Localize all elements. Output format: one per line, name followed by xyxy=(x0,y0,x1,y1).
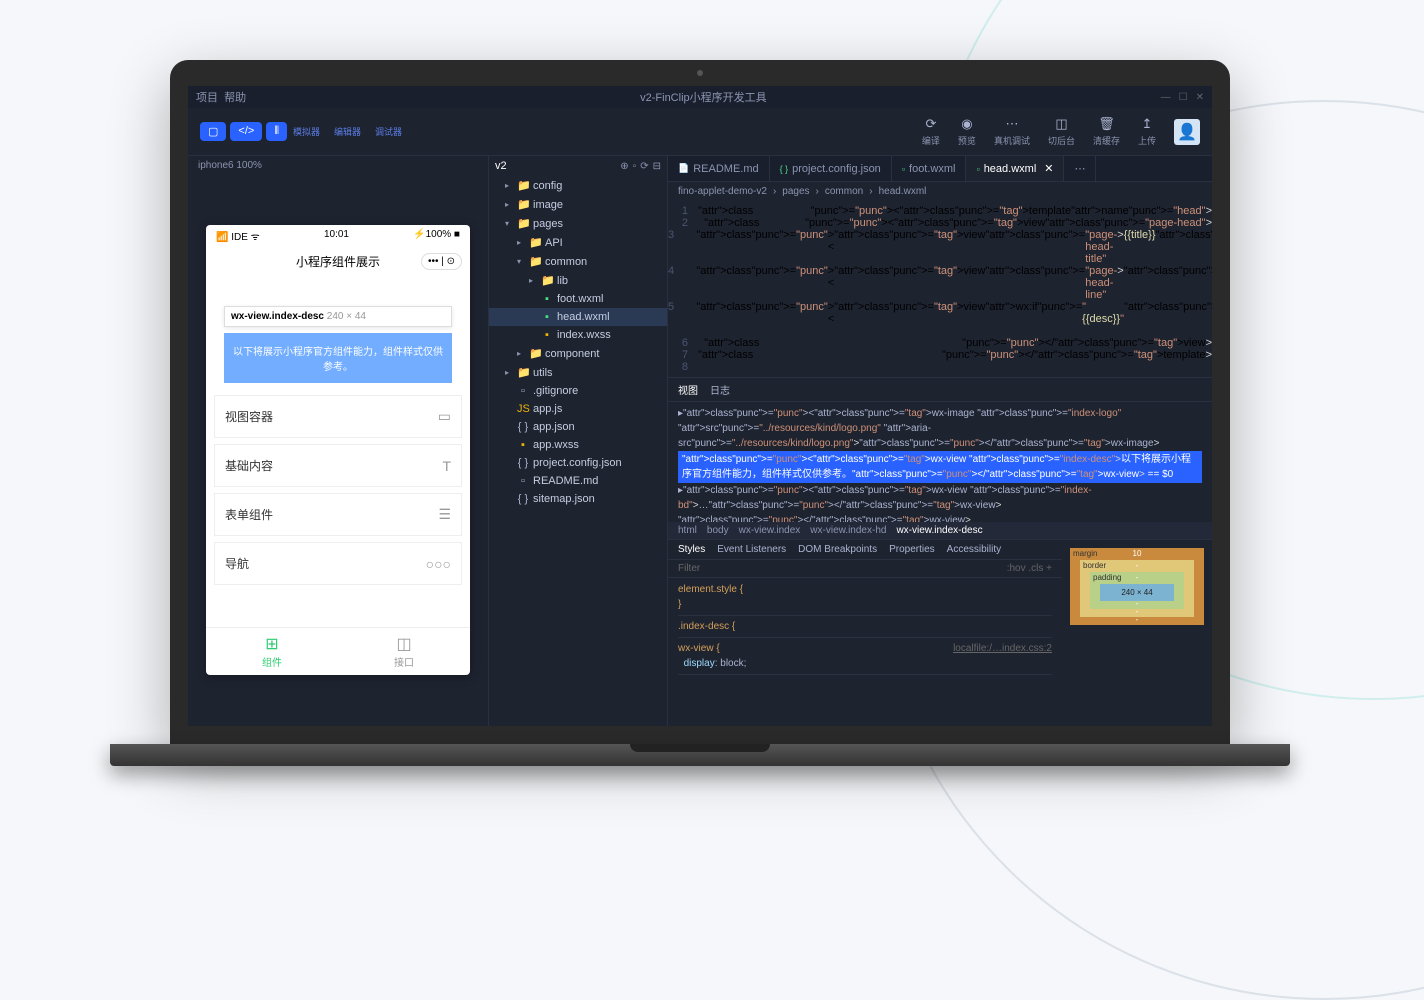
close-icon[interactable]: ✕ xyxy=(1196,92,1204,103)
devtools-tab-log[interactable]: 日志 xyxy=(710,382,730,397)
styles-tab[interactable]: DOM Breakpoints xyxy=(798,544,877,555)
file-item[interactable]: ▪app.wxss xyxy=(489,436,667,454)
menu-item[interactable]: 表单组件☰ xyxy=(214,493,462,536)
menu-item[interactable]: 基础内容T xyxy=(214,444,462,487)
styles-tab[interactable]: Styles xyxy=(678,544,705,555)
status-battery: ⚡100% ■ xyxy=(413,229,460,243)
mode-editor-label: 编辑器 xyxy=(330,125,365,138)
styles-filter-input[interactable]: Filter xyxy=(678,563,700,574)
breadcrumb: fino-applet-demo-v2›pages›common›head.wx… xyxy=(668,182,1212,201)
compile-button[interactable]: ⟳编译 xyxy=(922,116,940,147)
file-item[interactable]: { }app.json xyxy=(489,418,667,436)
code-editor[interactable]: 1"attr">class"punc">="punc"><"attr">clas… xyxy=(668,201,1212,377)
folder-item[interactable]: ▸📁utils xyxy=(489,363,667,382)
tab-api[interactable]: ◫接口 xyxy=(338,628,470,675)
file-item[interactable]: { }project.config.json xyxy=(489,454,667,472)
box-model-diagram: margin 10 border - padding - 240 × 4 xyxy=(1062,540,1212,697)
clear-cache-button[interactable]: 🗑清缓存 xyxy=(1093,116,1120,147)
laptop-frame: 项目 帮助 v2-FinClip小程序开发工具 — ☐ ✕ ▢ </> ⫴ 模拟… xyxy=(170,60,1230,766)
devtools-panel: 视图 日志 ▸"attr">class"punc">="punc"><"attr… xyxy=(668,377,1212,697)
collapse-icon[interactable]: ⊟ xyxy=(653,161,661,172)
window-title: v2-FinClip小程序开发工具 xyxy=(246,89,1161,105)
elements-panel[interactable]: ▸"attr">class"punc">="punc"><"attr">clas… xyxy=(668,402,1212,522)
menu-item[interactable]: 视图容器▭ xyxy=(214,395,462,438)
menu-project[interactable]: 项目 xyxy=(196,89,218,105)
folder-item[interactable]: ▸📁lib xyxy=(489,271,667,290)
editor-tab[interactable]: ▫head.wxml✕ xyxy=(966,156,1064,181)
inspector-tooltip: wx-view.index-desc 240 × 44 xyxy=(224,306,452,327)
preview-button[interactable]: ◉预览 xyxy=(958,116,976,147)
upload-button[interactable]: ↥上传 xyxy=(1138,116,1156,147)
project-root[interactable]: v2 xyxy=(495,160,507,172)
file-item[interactable]: JSapp.js xyxy=(489,400,667,418)
mode-simulator-button[interactable]: ▢ xyxy=(200,122,226,141)
status-signal: 📶 IDE ᯤ xyxy=(216,229,260,243)
main-toolbar: ▢ </> ⫴ 模拟器 编辑器 调试器 ⟳编译 ◉预览 ⋯真机调试 ◫切后台 🗑… xyxy=(188,108,1212,156)
file-item[interactable]: ▫.gitignore xyxy=(489,382,667,400)
folder-item[interactable]: ▸📁API xyxy=(489,233,667,252)
refresh-icon[interactable]: ⟳ xyxy=(640,161,648,172)
file-item[interactable]: ▪foot.wxml xyxy=(489,290,667,308)
minimize-icon[interactable]: — xyxy=(1161,92,1171,103)
css-rules-panel[interactable]: element.style {}.index-desc {</span></di… xyxy=(668,578,1062,682)
styles-filter-actions[interactable]: :hov .cls + xyxy=(1007,563,1052,574)
selected-element-highlight[interactable]: 以下将展示小程序官方组件能力，组件样式仅供参考。 xyxy=(224,333,452,383)
background-button[interactable]: ◫切后台 xyxy=(1048,116,1075,147)
editor-tab[interactable]: ▫foot.wxml xyxy=(892,156,967,181)
element-breadcrumb[interactable]: htmlbodywx-view.indexwx-view.index-hdwx-… xyxy=(668,522,1212,539)
app-title: 小程序组件展示 xyxy=(296,253,380,270)
mode-simulator-label: 模拟器 xyxy=(289,125,324,138)
devtools-tab-view[interactable]: 视图 xyxy=(678,382,698,397)
file-explorer: v2 ⊕ ▫ ⟳ ⊟ ▸📁config▸📁image▾📁pages▸📁API▾📁… xyxy=(488,156,668,726)
styles-tab[interactable]: Accessibility xyxy=(947,544,1001,555)
folder-item[interactable]: ▸📁component xyxy=(489,344,667,363)
folder-item[interactable]: ▸📁image xyxy=(489,195,667,214)
tab-component[interactable]: ⊞组件 xyxy=(206,628,338,675)
window-titlebar: 项目 帮助 v2-FinClip小程序开发工具 — ☐ ✕ xyxy=(188,86,1212,108)
new-file-icon[interactable]: ⊕ xyxy=(620,161,628,172)
app-menu-button[interactable]: ••• | ⊙ xyxy=(421,253,462,270)
editor-tab[interactable]: { }project.config.json xyxy=(770,156,892,181)
menu-help[interactable]: 帮助 xyxy=(224,89,246,105)
mode-editor-button[interactable]: </> xyxy=(230,122,262,141)
file-item[interactable]: ▫README.md xyxy=(489,472,667,490)
maximize-icon[interactable]: ☐ xyxy=(1179,92,1188,103)
phone-simulator: 📶 IDE ᯤ 10:01 ⚡100% ■ 小程序组件展示 ••• | ⊙ wx… xyxy=(206,225,470,675)
file-item[interactable]: ▪index.wxss xyxy=(489,326,667,344)
file-item[interactable]: ▪head.wxml xyxy=(489,308,667,326)
remote-debug-button[interactable]: ⋯真机调试 xyxy=(994,116,1030,147)
folder-item[interactable]: ▾📁pages xyxy=(489,214,667,233)
styles-tab[interactable]: Properties xyxy=(889,544,935,555)
styles-tab[interactable]: Event Listeners xyxy=(717,544,786,555)
mode-debugger-label: 调试器 xyxy=(371,125,406,138)
menu-item[interactable]: 导航○○○ xyxy=(214,542,462,585)
file-item[interactable]: { }sitemap.json xyxy=(489,490,667,508)
mode-debugger-button[interactable]: ⫴ xyxy=(266,122,287,141)
device-info: iphone6 100% xyxy=(188,156,488,175)
status-time: 10:01 xyxy=(324,229,349,243)
tabs-overflow[interactable]: ⋯ xyxy=(1064,156,1096,181)
folder-item[interactable]: ▸📁config xyxy=(489,176,667,195)
editor-tab[interactable]: 📄README.md xyxy=(668,156,770,181)
folder-item[interactable]: ▾📁common xyxy=(489,252,667,271)
new-folder-icon[interactable]: ▫ xyxy=(633,161,637,172)
user-avatar[interactable]: 👤 xyxy=(1174,119,1200,145)
